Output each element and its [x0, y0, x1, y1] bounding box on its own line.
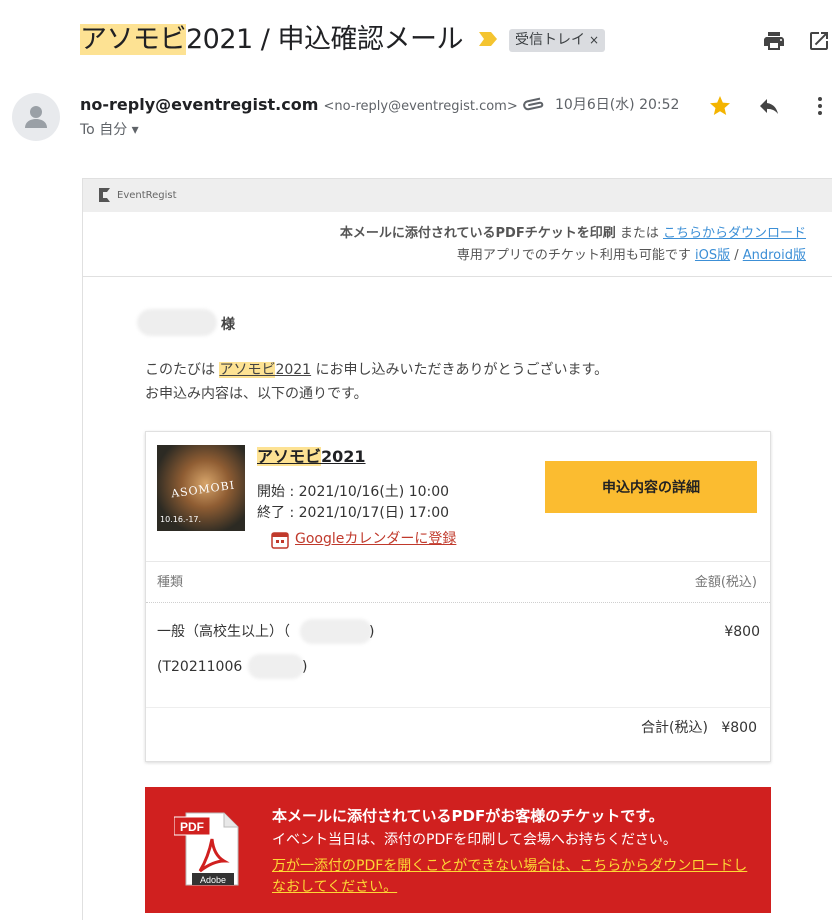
importance-marker-icon[interactable] — [479, 32, 497, 46]
event-start: 開始 : 2021/10/16(土) 10:00 — [257, 482, 449, 502]
recipient-line[interactable]: To 自分 ▾ — [80, 120, 139, 140]
email-date: 10月6日(水) 20:52 — [555, 97, 680, 113]
brand-logo: EventRegist — [97, 186, 177, 206]
redacted-text — [300, 619, 372, 644]
brand-name: EventRegist — [117, 190, 177, 201]
intro-after: にお申し込みいただきありがとうございます。 — [311, 362, 609, 378]
event-title-link[interactable]: アソモビ2021 — [257, 446, 366, 468]
start-label: 開始 : — [257, 484, 299, 500]
open-in-new-window-icon[interactable] — [807, 29, 831, 53]
pdf-redownload-link[interactable]: 万が一添付のPDFを開くことができない場合は、こちらからダウンロードしなおしてく… — [272, 856, 757, 898]
total-label: 合計(税込) — [641, 720, 708, 736]
end-label: 終了 : — [257, 505, 299, 521]
column-header-price: 金額(税込) — [694, 575, 757, 590]
event-highlight: アソモビ — [219, 362, 276, 378]
google-calendar-icon[interactable] — [271, 531, 290, 549]
end-value: 2021/10/17(日) 17:00 — [298, 505, 450, 521]
brand-header-bar — [83, 179, 832, 212]
redacted-text — [248, 654, 304, 679]
notice-line-1: 本メールに添付されているPDFチケットを印刷 または こちらからダウンロード — [340, 225, 806, 243]
sender-address: <no-reply@eventregist.com> — [323, 99, 518, 114]
print-icon[interactable] — [762, 29, 786, 53]
download-link[interactable]: こちらからダウンロード — [663, 226, 806, 241]
honorific: 様 — [221, 317, 235, 333]
intro-before: このたびは — [145, 362, 220, 378]
inbox-label-chip[interactable]: 受信トレイ × — [509, 29, 606, 52]
poster-dates: 10.16.-17. — [160, 515, 202, 524]
column-header-type: 種類 — [157, 575, 184, 590]
pdf-file-icon: PDF Adobe — [174, 812, 239, 886]
notice-bold: 本メールに添付されているPDFチケットを印刷 — [339, 226, 616, 241]
pdf-banner-subtitle: イベント当日は、添付のPDFを印刷して会場へお持ちください。 — [272, 832, 677, 848]
attachment-clip-icon — [523, 97, 544, 111]
event-poster-image[interactable]: ASOMOBI 10.16.-17. — [157, 445, 245, 531]
divider — [146, 707, 770, 708]
event-end: 終了 : 2021/10/17(日) 17:00 — [257, 503, 449, 523]
pdf-icon-brand: Adobe — [200, 875, 226, 885]
sender-name[interactable]: no-reply@eventregist.com — [80, 95, 318, 114]
to-value: 自分 — [99, 122, 128, 138]
to-label: To — [80, 122, 95, 138]
email-subject: アソモビ2021 / 申込確認メール — [80, 22, 463, 58]
remove-label-icon[interactable]: × — [589, 33, 599, 47]
total-value: ¥800 — [721, 720, 757, 736]
divider — [146, 561, 770, 562]
application-details-button[interactable]: 申込内容の詳細 — [545, 461, 757, 513]
link-separator: / — [730, 248, 743, 263]
reply-icon[interactable] — [757, 94, 781, 118]
ticket-type-name: 一般（高校生以上）（ — [157, 624, 290, 640]
event-title-rest: 2021 — [321, 447, 366, 466]
sender-avatar[interactable] — [12, 93, 60, 141]
star-icon[interactable] — [708, 94, 732, 118]
ticket-number: (T20211006 — [157, 659, 243, 675]
person-icon — [25, 106, 47, 128]
more-options-icon[interactable] — [808, 94, 832, 118]
ticket-type-close-paren: ) — [369, 624, 375, 640]
intro-line-1: このたびは アソモビ2021 にお申し込みいただきありがとうございます。 — [145, 360, 608, 380]
notice-line-2: 専用アプリでのチケット利用も可能です iOS版 / Android版 — [457, 247, 806, 265]
start-value: 2021/10/16(土) 10:00 — [298, 484, 450, 500]
eventregist-logo-icon — [99, 188, 110, 202]
total-row: 合計(税込) ¥800 — [641, 718, 757, 738]
divider — [146, 602, 770, 603]
label-text: 受信トレイ — [515, 32, 585, 48]
redacted-name — [137, 309, 217, 336]
ticket-price: ¥800 — [724, 624, 760, 640]
event-rest: 2021 — [275, 362, 312, 378]
intro-line-2: お申込み内容は、以下の通りです。 — [145, 386, 368, 402]
pdf-icon-label: PDF — [180, 820, 204, 834]
app-notice-text: 専用アプリでのチケット利用も可能です — [456, 248, 695, 263]
notice-or: または — [615, 226, 663, 241]
subject-rest: 2021 / 申込確認メール — [186, 24, 463, 55]
chevron-down-icon[interactable]: ▾ — [132, 122, 139, 138]
sender-line: no-reply@eventregist.com <no-reply@event… — [80, 94, 518, 118]
poster-title: ASOMOBI — [170, 478, 236, 501]
pdf-banner-title: 本メールに添付されているPDFがお客様のチケットです。 — [272, 807, 664, 825]
ticket-number-close-paren: ) — [302, 659, 308, 675]
divider — [83, 276, 832, 277]
android-link[interactable]: Android版 — [743, 248, 806, 263]
subject-highlight: アソモビ — [80, 24, 187, 55]
ios-link[interactable]: iOS版 — [695, 248, 730, 263]
event-title-highlight: アソモビ — [257, 447, 322, 466]
event-link[interactable]: アソモビ2021 — [219, 362, 311, 378]
google-calendar-link[interactable]: Googleカレンダーに登録 — [295, 529, 456, 549]
